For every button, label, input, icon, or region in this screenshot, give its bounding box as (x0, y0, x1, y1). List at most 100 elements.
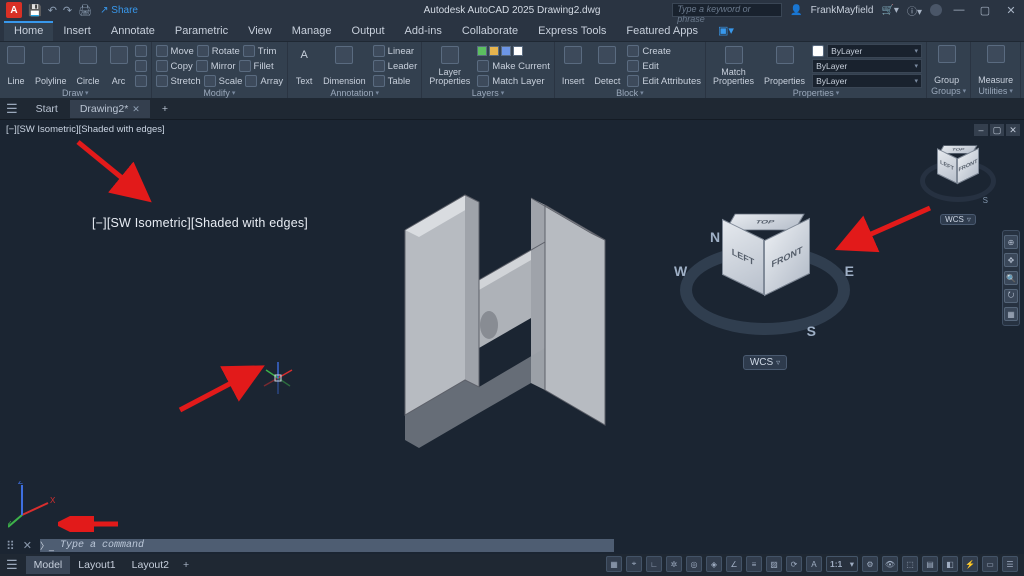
cmd-close-icon[interactable]: ✕ (19, 539, 36, 552)
insert-button[interactable]: Insert (559, 45, 588, 87)
viewcube[interactable]: S TOP LEFT FRONT WCS (920, 138, 996, 225)
workspace-toggle[interactable]: ⚙ (862, 556, 878, 572)
vp-maximize[interactable]: ▢ (990, 124, 1004, 136)
share-button[interactable]: ↗ Share (100, 5, 138, 16)
search-input[interactable]: Type a keyword or phrase (672, 3, 782, 17)
makecurrent-icon[interactable] (477, 60, 489, 72)
tab-overflow[interactable]: ▣▾ (708, 20, 744, 41)
tab-layout1[interactable]: Layout1 (70, 556, 123, 574)
measure-button[interactable]: Measure (975, 44, 1016, 86)
undo-icon[interactable]: ↶ (48, 4, 57, 17)
snap-toggle[interactable]: ⌖ (626, 556, 642, 572)
group-button[interactable]: Group (931, 44, 962, 86)
tab-insert[interactable]: Insert (53, 21, 101, 41)
panel-label[interactable]: Block (559, 88, 701, 98)
quickprops-toggle[interactable]: ▤ (922, 556, 938, 572)
cleanscreen-toggle[interactable]: ▭ (982, 556, 998, 572)
panel-label[interactable]: Utilities (975, 86, 1016, 96)
customize-button[interactable]: ☰ (1002, 556, 1018, 572)
circle-button[interactable]: Circle (74, 45, 103, 87)
tab-express[interactable]: Express Tools (528, 21, 616, 41)
panel-label[interactable]: Annotation (292, 88, 417, 98)
new-tab-button[interactable]: + (152, 100, 178, 118)
add-layout-button[interactable]: + (177, 556, 195, 574)
cart-icon[interactable]: 🛒▾ (881, 5, 898, 16)
stretch-icon[interactable] (156, 75, 168, 87)
lineweight-toggle[interactable]: ≡ (746, 556, 762, 572)
draw-misc-icon[interactable] (135, 75, 147, 87)
panel-label[interactable]: Properties (710, 88, 922, 98)
close-tab-icon[interactable]: ✕ (132, 104, 140, 114)
minimize-button[interactable]: — (950, 4, 968, 16)
dimension-button[interactable]: Dimension (320, 45, 369, 87)
wcs-dropdown[interactable]: WCS (743, 355, 787, 370)
steering-wheel-icon[interactable]: ⊕ (1004, 235, 1018, 249)
annoscale-toggle[interactable]: Ａ (806, 556, 822, 572)
scale-selector[interactable]: 1:1▾ (826, 556, 858, 572)
edit-block-icon[interactable] (627, 60, 639, 72)
fillet-icon[interactable] (239, 60, 251, 72)
viewcube-large[interactable]: W E N S TOP LEFT FRONT WCS (680, 195, 850, 370)
wcs-dropdown-small[interactable]: WCS (940, 214, 976, 225)
help-icon[interactable]: ⓘ▾ (907, 3, 922, 18)
matchlayer-icon[interactable] (477, 75, 489, 87)
tab-parametric[interactable]: Parametric (165, 21, 238, 41)
text-button[interactable]: AText (292, 45, 316, 87)
command-input[interactable]: Type a command (54, 539, 614, 552)
isolate-toggle[interactable]: ◧ (942, 556, 958, 572)
tab-addins[interactable]: Add-ins (395, 21, 452, 41)
leader-icon[interactable] (373, 60, 385, 72)
tab-annotate[interactable]: Annotate (101, 21, 165, 41)
viewport-controls-small[interactable]: [−][SW Isometric][Shaded with edges] (6, 124, 165, 135)
scale-icon[interactable] (204, 75, 216, 87)
hardware-accel[interactable]: ⚡ (962, 556, 978, 572)
move-icon[interactable] (156, 45, 168, 57)
redo-icon[interactable]: ↷ (63, 4, 72, 17)
polar-toggle[interactable]: ✲ (666, 556, 682, 572)
panel-label[interactable]: Groups (931, 86, 966, 96)
tab-drawing2[interactable]: Drawing2*✕ (70, 100, 150, 118)
polyline-button[interactable]: Polyline (32, 45, 70, 87)
cmd-history-icon[interactable]: 〉_ (40, 539, 54, 552)
trim-icon[interactable] (243, 45, 255, 57)
orbit-icon[interactable]: ⭮ (1004, 289, 1018, 303)
tab-home[interactable]: Home (4, 21, 53, 41)
vp-close[interactable]: ✕ (1006, 124, 1020, 136)
zoom-icon[interactable]: 🔍 (1004, 271, 1018, 285)
tab-model[interactable]: Model (26, 556, 71, 574)
tab-collaborate[interactable]: Collaborate (452, 21, 528, 41)
save-icon[interactable]: 💾 (28, 4, 42, 17)
transparency-toggle[interactable]: ▨ (766, 556, 782, 572)
copy-icon[interactable] (156, 60, 168, 72)
tab-view[interactable]: View (238, 21, 282, 41)
line-button[interactable]: Line (4, 45, 28, 87)
tab-start[interactable]: Start (26, 100, 68, 118)
otrack-toggle[interactable]: ∠ (726, 556, 742, 572)
color-dropdown[interactable]: ByLayer (827, 44, 922, 58)
osnap-toggle[interactable]: ◎ (686, 556, 702, 572)
user-icon[interactable]: 👤 (790, 5, 802, 16)
drawing-menu-icon[interactable]: ☰ (6, 101, 18, 117)
grid-toggle[interactable]: ▦ (606, 556, 622, 572)
pan-icon[interactable]: ✥ (1004, 253, 1018, 267)
showui-icon[interactable]: ▦ (1004, 307, 1018, 321)
arc-button[interactable]: Arc (107, 45, 131, 87)
tab-featured[interactable]: Featured Apps (616, 21, 708, 41)
linear-icon[interactable] (373, 45, 385, 57)
panel-label[interactable]: Draw (4, 88, 147, 98)
annotation-monitor[interactable]: 👁 (882, 556, 898, 572)
maximize-button[interactable]: ▢ (976, 4, 994, 17)
mirror-icon[interactable] (196, 60, 208, 72)
edit-attributes-icon[interactable] (627, 75, 639, 87)
match-properties-button[interactable]: Match Properties (710, 45, 757, 87)
status-dot-icon[interactable] (930, 4, 942, 16)
rotate-icon[interactable] (197, 45, 209, 57)
array-icon[interactable] (245, 75, 257, 87)
draw-misc-icon[interactable] (135, 45, 147, 57)
layer-properties-button[interactable]: Layer Properties (426, 45, 473, 87)
panel-label[interactable]: Modify (156, 88, 284, 98)
vp-minimize[interactable]: – (974, 124, 988, 136)
app-menu-button[interactable]: A (6, 2, 22, 18)
table-icon[interactable] (373, 75, 385, 87)
properties-button[interactable]: Properties (761, 45, 808, 87)
